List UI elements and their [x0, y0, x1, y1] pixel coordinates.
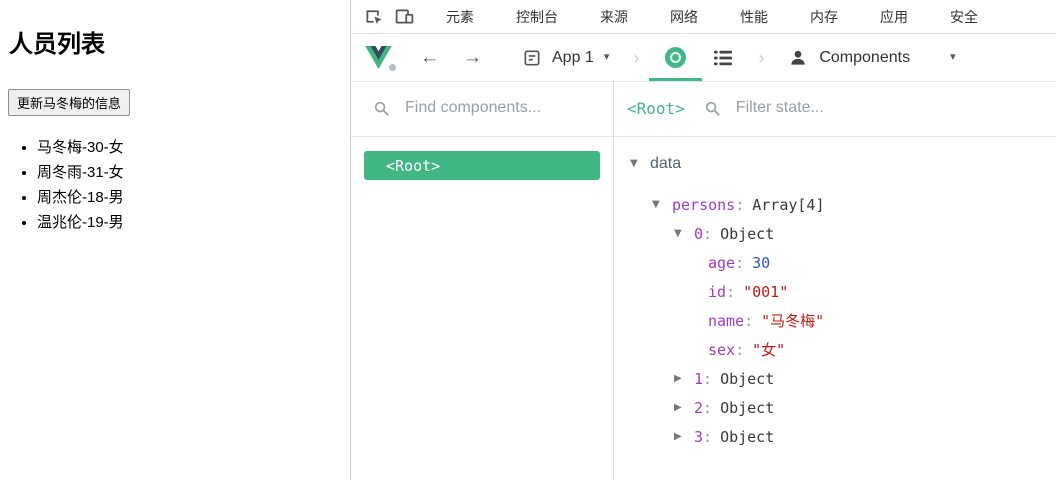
state-row-age[interactable]: age:30: [614, 248, 1056, 277]
triangle-down-icon[interactable]: ▼: [630, 158, 650, 169]
state-row-sex[interactable]: sex: "女": [614, 335, 1056, 364]
components-tree-panel: <Root>: [351, 80, 614, 480]
inspect-element-icon[interactable]: [363, 6, 384, 27]
tab-elements[interactable]: 元素: [425, 7, 495, 27]
tab-network[interactable]: 网络: [649, 7, 719, 27]
state-row-object-1[interactable]: ▶ 1: Object: [614, 364, 1056, 393]
chevron-right-icon: ›: [633, 47, 640, 68]
person-list: 马冬梅-30-女 周冬雨-31-女 周杰伦-18-男 温兆伦-19-男: [0, 140, 350, 231]
devtools-tabbar: 元素 控制台 来源 网络 性能 内存 应用 安全: [351, 0, 1056, 34]
selected-component-title: <Root>: [627, 98, 685, 118]
page-title: 人员列表: [9, 31, 105, 58]
state-row-object-2[interactable]: ▶ 2: Object: [614, 393, 1056, 422]
component-root-node[interactable]: <Root>: [364, 151, 600, 180]
filter-state-input[interactable]: [733, 98, 913, 118]
web-page: 人员列表 更新马冬梅的信息 马冬梅-30-女 周冬雨-31-女 周杰伦-18-男…: [0, 0, 350, 480]
search-icon: [704, 100, 721, 117]
list-item: 周杰伦-18-男: [37, 190, 350, 206]
chevron-down-icon[interactable]: ▾: [950, 52, 956, 63]
devtools-body: <Root> <Root> ▼ data ▼: [351, 80, 1056, 480]
state-section-data[interactable]: ▼ data: [614, 149, 1056, 178]
state-header-row: <Root>: [614, 80, 1056, 137]
triangle-right-icon[interactable]: ▶: [674, 402, 694, 413]
person-icon: [788, 48, 808, 68]
components-tab-icon: [665, 47, 687, 68]
inspector-selector-label: Components: [819, 48, 911, 66]
tab-performance[interactable]: 性能: [719, 7, 789, 27]
state-row-object-3[interactable]: ▶ 3: Object: [614, 422, 1056, 451]
forward-icon[interactable]: →: [463, 48, 482, 67]
search-icon: [373, 100, 390, 117]
state-tree: ▼ data ▼ persons: Array[4] ▼ 0: Object age…: [614, 137, 1056, 451]
tab-console[interactable]: 控制台: [495, 7, 579, 27]
update-info-button[interactable]: 更新马冬梅的信息: [8, 89, 131, 116]
triangle-right-icon[interactable]: ▶: [674, 373, 694, 384]
tab-memory[interactable]: 内存: [789, 7, 859, 27]
app-selector-label: App 1: [552, 48, 594, 66]
tab-security[interactable]: 安全: [929, 7, 999, 27]
app-selector[interactable]: App 1 ▾: [522, 48, 609, 68]
find-components-input[interactable]: [403, 98, 582, 118]
timeline-icon[interactable]: [712, 49, 734, 67]
list-item: 周冬雨-31-女: [37, 165, 350, 181]
status-dot: [389, 64, 396, 71]
triangle-down-icon[interactable]: ▼: [674, 228, 694, 239]
state-row-object-0[interactable]: ▼ 0: Object: [614, 219, 1056, 248]
tab-sources[interactable]: 来源: [579, 7, 649, 27]
list-item: 温兆伦-19-男: [37, 215, 350, 231]
list-item: 马冬梅-30-女: [37, 140, 350, 156]
device-toolbar-icon[interactable]: [394, 6, 415, 27]
triangle-right-icon[interactable]: ▶: [674, 431, 694, 442]
vue-devtools-toolbar: ← → App 1 ▾ › › Components ▾: [351, 34, 1056, 82]
state-panel: <Root> ▼ data ▼ persons:Array[4]: [614, 80, 1056, 480]
app-frame-icon: [522, 48, 542, 68]
vue-logo-icon: [365, 46, 396, 71]
tab-application[interactable]: 应用: [859, 7, 929, 27]
triangle-down-icon[interactable]: ▼: [652, 199, 672, 210]
inspector-selector[interactable]: Components: [788, 48, 910, 68]
components-search-row: [351, 80, 613, 137]
chevron-down-icon: ▾: [603, 51, 610, 63]
chevron-right-icon: ›: [758, 47, 765, 68]
components-inspector-tab[interactable]: [649, 47, 703, 81]
state-row-id[interactable]: id: "001": [614, 277, 1056, 306]
back-icon[interactable]: ←: [420, 48, 439, 67]
devtools-panel: 元素 控制台 来源 网络 性能 内存 应用 安全 ← → App 1 ▾ › ›…: [350, 0, 1056, 480]
state-row-name[interactable]: name: "马冬梅": [614, 306, 1056, 335]
app-window: 人员列表 更新马冬梅的信息 马冬梅-30-女 周冬雨-31-女 周杰伦-18-男…: [0, 0, 1056, 480]
state-row-persons[interactable]: ▼ persons: Array[4]: [614, 190, 1056, 219]
